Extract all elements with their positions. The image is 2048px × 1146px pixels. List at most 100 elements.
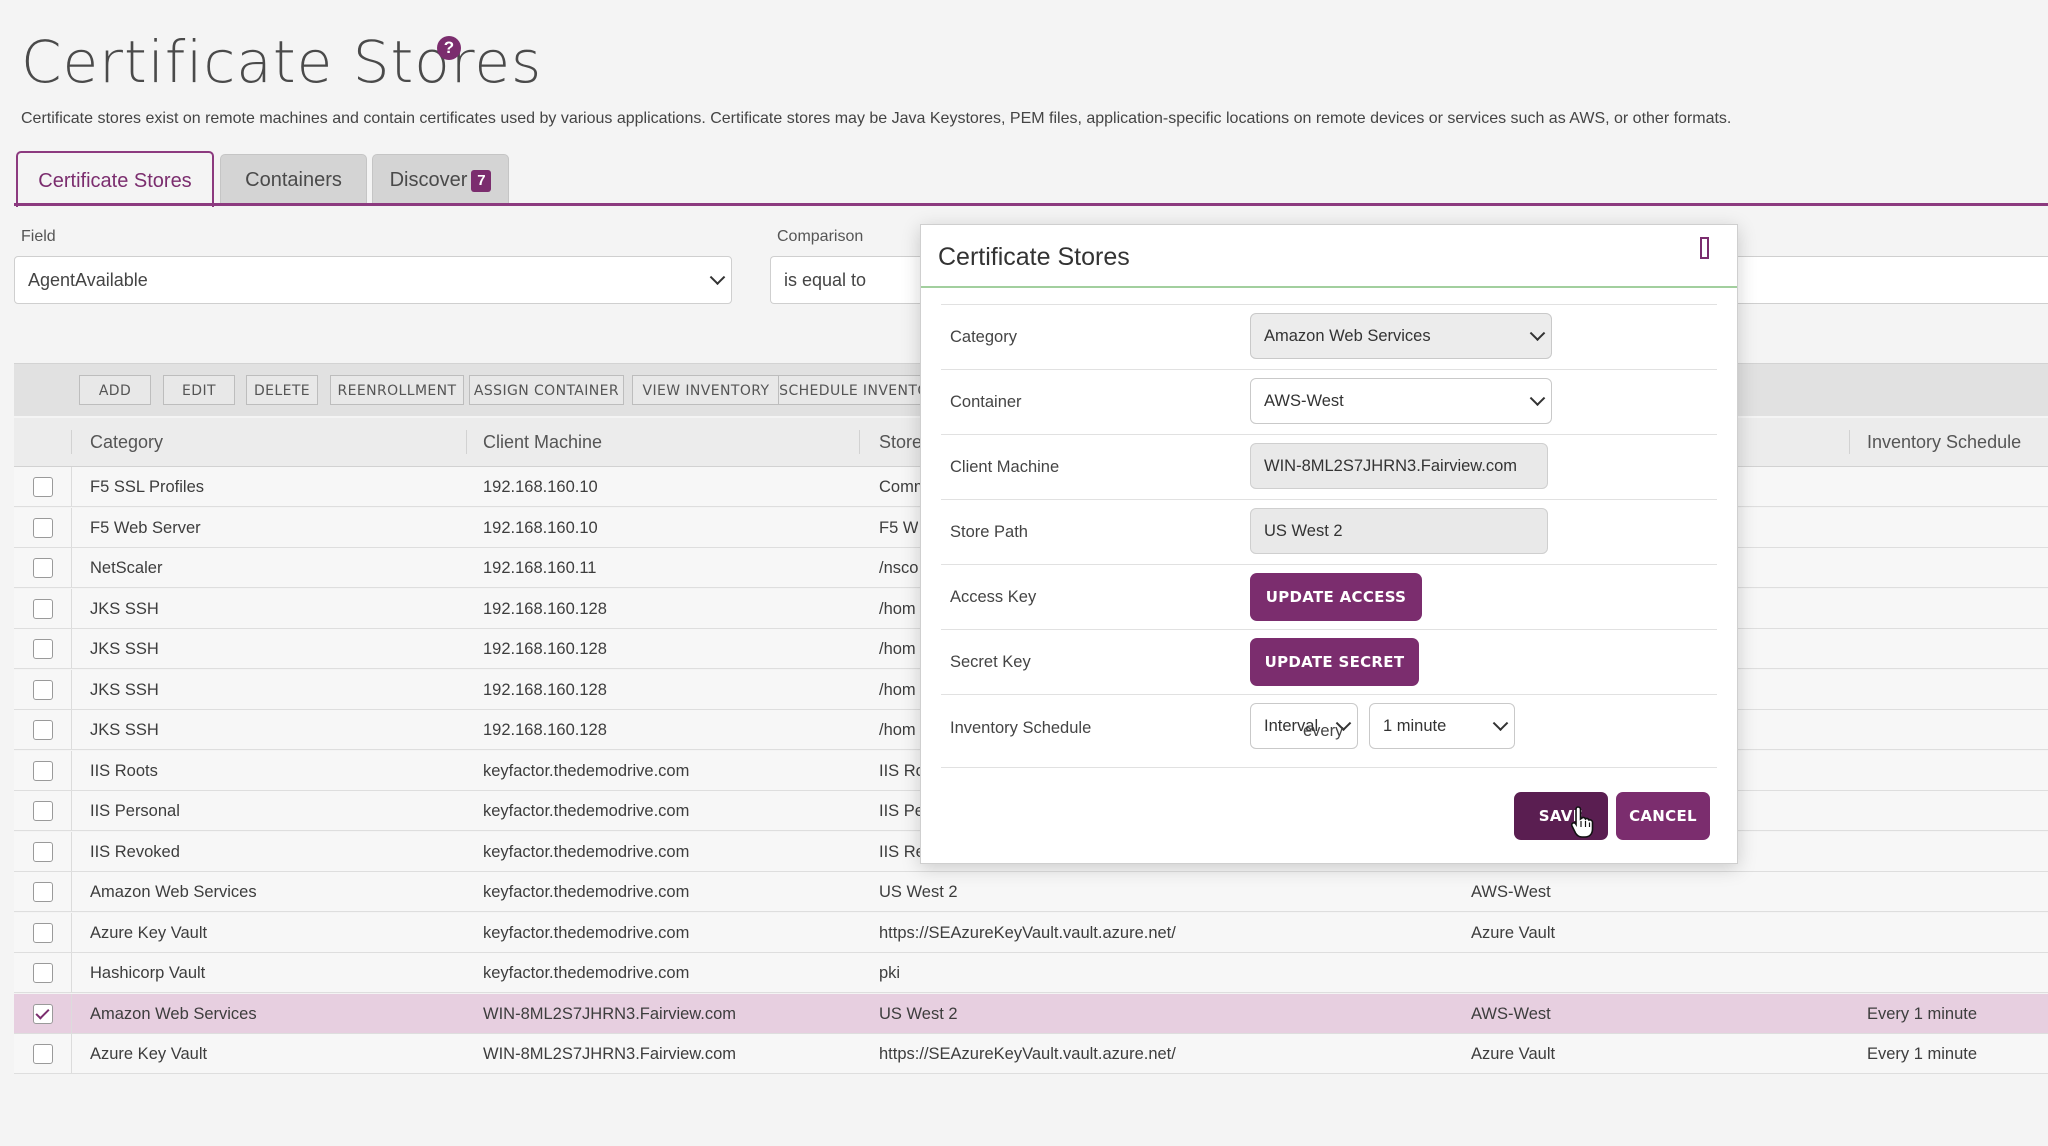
row-checkbox[interactable] (33, 922, 53, 943)
column-divider (71, 953, 72, 992)
cell-store: /hom (879, 640, 916, 658)
schedule-inventory-button[interactable]: SCHEDULE INVENTO (778, 375, 930, 405)
category-label: Category (950, 328, 1017, 346)
cell-store: /hom (879, 721, 916, 739)
chevron-down-icon (1529, 390, 1546, 407)
row-checkbox[interactable] (33, 882, 53, 902)
cell-store: F5 W (879, 518, 919, 537)
cancel-button[interactable]: CANCEL (1616, 792, 1710, 840)
cell-inventory-schedule (1867, 872, 2047, 912)
row-checkbox[interactable] (33, 841, 53, 862)
row-checkbox[interactable] (33, 963, 53, 983)
cell-category: JKS SSH (90, 640, 159, 658)
column-header-client-machine[interactable]: Client Machine (483, 418, 602, 466)
cell-client-machine: keyfactor.thedemodrive.com (483, 964, 690, 982)
page-title: Certificate Stores (21, 28, 543, 96)
secret-key-label: Secret Key (950, 653, 1031, 671)
help-icon[interactable]: ? (437, 36, 461, 60)
value-input[interactable] (1734, 256, 2048, 304)
row-checkbox[interactable] (33, 1044, 53, 1064)
cell-category: Azure Key Vault (90, 1045, 208, 1063)
cell-inventory-schedule (1867, 589, 2047, 629)
cell-client-machine: 192.168.160.128 (483, 599, 607, 618)
column-divider (71, 430, 72, 454)
table-row[interactable]: Hashicorp Vault keyfactor.thedemodrive.co… (14, 953, 2048, 993)
cell-inventory-schedule (1867, 467, 2047, 507)
row-checkbox[interactable] (33, 598, 53, 619)
column-divider (1849, 430, 1850, 454)
comparison-label: Comparison (777, 228, 864, 245)
row-checkbox[interactable] (33, 517, 53, 538)
cell-store: IIS Pe (879, 802, 924, 820)
tab-discover[interactable]: Discover 7 (372, 154, 509, 204)
cell-category: JKS SSH (90, 721, 159, 739)
container-row: Container AWS-West (941, 369, 1717, 434)
access-key-label: Access Key (950, 588, 1037, 606)
container-select-value: AWS-West (1264, 392, 1344, 410)
tab-certificate-stores[interactable]: Certificate Stores (16, 151, 214, 207)
column-header-store[interactable]: Store (879, 418, 922, 466)
cell-container (1471, 953, 1831, 993)
column-divider (466, 430, 467, 454)
delete-button[interactable]: DELETE (246, 375, 318, 405)
column-divider (71, 791, 72, 830)
category-row: Category Amazon Web Services (941, 304, 1717, 369)
column-divider (71, 629, 72, 668)
reenrollment-button[interactable]: REENROLLMENT (330, 375, 464, 405)
update-secret-key-button[interactable]: UPDATE SECRET KEY (1250, 638, 1419, 719)
cell-client-machine: WIN-8ML2S7JHRN3.Fairview.com (483, 1045, 737, 1063)
row-checkbox[interactable] (33, 1003, 53, 1024)
tab-label: Discover (389, 169, 468, 191)
row-checkbox[interactable] (33, 720, 53, 740)
cell-store: pki (879, 964, 901, 982)
category-select[interactable]: Amazon Web Services (1250, 313, 1552, 359)
cell-client-machine: 192.168.160.128 (483, 721, 607, 739)
add-button[interactable]: ADD (79, 375, 151, 405)
store-path-field[interactable]: US West 2 (1250, 508, 1548, 554)
container-select[interactable]: AWS-West (1250, 378, 1552, 424)
chevron-down-icon (1529, 325, 1546, 342)
table-row[interactable]: Amazon Web Services WIN-8ML2S7JHRN3.Fairv… (14, 993, 2048, 1034)
cell-inventory-schedule: Every 1 minute (1867, 1004, 1978, 1023)
column-divider (71, 872, 72, 911)
cell-store: https://SEAzureKeyVault.vault.azure.net/ (879, 923, 1176, 942)
tab-containers[interactable]: Containers (220, 154, 367, 204)
cell-client-machine: keyfactor.thedemodrive.com (483, 802, 690, 820)
cell-category: F5 SSL Profiles (90, 478, 205, 496)
cell-inventory-schedule (1867, 548, 2047, 588)
table-row[interactable]: Azure Key Vault keyfactor.thedemodrive.co… (14, 912, 2048, 953)
client-machine-field[interactable]: WIN-8ML2S7JHRN3.Fairview.com (1250, 443, 1548, 489)
field-select[interactable]: AgentAvailable (14, 256, 732, 304)
update-access-key-button[interactable]: UPDATE ACCESS KEY (1250, 573, 1422, 654)
schedule-interval-select[interactable]: 1 minute (1369, 703, 1515, 749)
row-checkbox[interactable] (33, 679, 53, 700)
row-checkbox[interactable] (33, 801, 53, 821)
column-header-category[interactable]: Category (90, 418, 163, 466)
chevron-down-icon (1492, 715, 1509, 732)
cell-inventory-schedule (1867, 913, 2047, 953)
cell-category: IIS Roots (90, 761, 158, 780)
row-checkbox[interactable] (33, 558, 53, 578)
row-checkbox[interactable] (33, 760, 53, 781)
cell-category: F5 Web Server (90, 518, 201, 537)
field-select-value: AgentAvailable (28, 270, 148, 290)
row-checkbox[interactable] (33, 477, 53, 497)
row-checkbox[interactable] (33, 639, 53, 659)
edit-button[interactable]: EDIT (163, 375, 235, 405)
cell-container: AWS-West (1471, 1004, 1551, 1023)
certificate-store-dialog: Certificate Stores Category Amazon Web S… (920, 224, 1738, 864)
table-row[interactable]: Azure Key Vault WIN-8ML2S7JHRN3.Fairview.… (14, 1034, 2048, 1074)
maximize-icon[interactable] (1700, 237, 1709, 259)
cell-store: https://SEAzureKeyVault.vault.azure.net/ (879, 1045, 1176, 1063)
cell-client-machine: keyfactor.thedemodrive.com (483, 883, 690, 901)
cell-category: Azure Key Vault (90, 923, 208, 942)
view-inventory-button[interactable]: VIEW INVENTORY (632, 375, 780, 405)
table-row[interactable]: Amazon Web Services keyfactor.thedemodriv… (14, 872, 2048, 912)
column-divider (71, 467, 72, 506)
column-header-inventory-schedule[interactable]: Inventory Schedule (1867, 418, 2021, 466)
assign-container-button[interactable]: ASSIGN CONTAINER (469, 375, 624, 405)
cell-store: IIS Ro (879, 761, 925, 780)
cell-category: JKS SSH (90, 680, 159, 699)
cell-client-machine: WIN-8ML2S7JHRN3.Fairview.com (483, 1004, 737, 1023)
comparison-select[interactable]: is equal to (770, 256, 930, 304)
